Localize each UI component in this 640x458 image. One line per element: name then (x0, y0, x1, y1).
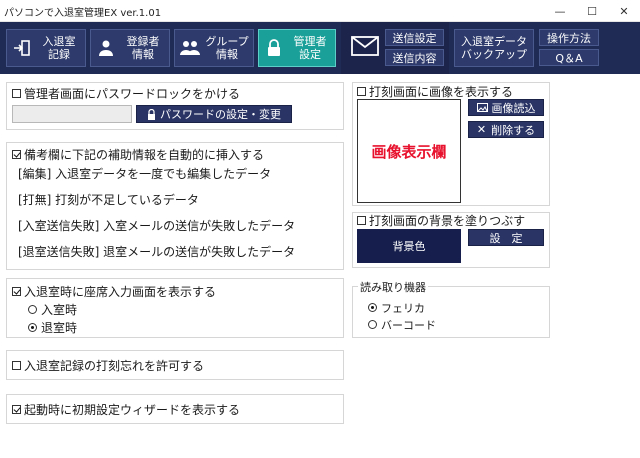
main-toolbar: 入退室 記録 登録者 情報 グループ 情報 管理者 設定 送信設定 送信内容 入… (0, 22, 640, 74)
stamp-background-label: 打刻画面の背景を塗りつぶす (369, 214, 526, 228)
wizard-checkbox[interactable]: 起動時に初期設定ウィザードを表示する (12, 401, 240, 418)
user-icon (95, 37, 117, 59)
envelope-icon (351, 35, 379, 57)
stamp-background-checkbox[interactable]: 打刻画面の背景を塗りつぶす (357, 212, 525, 229)
load-image-button[interactable]: 画像読込 (468, 99, 544, 116)
entry-record-label: 入退室 記録 (42, 35, 76, 61)
door-enter-icon (11, 37, 33, 59)
send-settings-button[interactable]: 送信設定 (385, 29, 444, 46)
reader-option-felica[interactable]: フェリカ (368, 300, 425, 316)
stamp-image-checkbox[interactable]: 打刻画面に画像を表示する (357, 83, 513, 100)
seat-option-exit[interactable]: 退室時 (28, 319, 77, 336)
password-input[interactable] (12, 105, 132, 123)
send-content-button[interactable]: 送信内容 (385, 49, 444, 66)
image-icon (476, 103, 488, 112)
background-setting-button[interactable]: 設 定 (468, 229, 544, 246)
close-icon: ✕ (476, 123, 487, 136)
entry-record-button[interactable]: 入退室 記録 (6, 29, 86, 67)
stamp-image-label: 打刻画面に画像を表示する (369, 85, 514, 99)
remarks-line-exit-fail: [退室送信失敗] 退室メールの送信が失敗したデータ (18, 245, 296, 259)
checkbox-box (12, 287, 21, 296)
group-icon (179, 37, 201, 59)
admin-settings-button[interactable]: 管理者 設定 (258, 29, 336, 67)
seat-input-label: 入退室時に座席入力画面を表示する (24, 285, 217, 299)
checkbox-box (12, 361, 21, 370)
remarks-line-entry-fail: [入室送信失敗] 入室メールの送信が失敗したデータ (18, 219, 296, 233)
reader-option-barcode[interactable]: バーコード (368, 317, 436, 333)
background-color-swatch: 背景色 (357, 229, 461, 263)
remarks-label: 備考欄に下記の補助情報を自動的に挿入する (24, 148, 265, 162)
lock-icon (147, 108, 156, 120)
password-lock-checkbox[interactable]: 管理者画面にパスワードロックをかける (12, 85, 240, 102)
remarks-line-missing: [打無] 打刻が不足しているデータ (18, 193, 199, 207)
registrant-info-button[interactable]: 登録者 情報 (90, 29, 170, 67)
backup-button[interactable]: 入退室データ バックアップ (454, 29, 534, 67)
maximize-icon: ☐ (587, 4, 597, 18)
checkbox-box (12, 150, 21, 159)
remarks-checkbox[interactable]: 備考欄に下記の補助情報を自動的に挿入する (12, 146, 264, 163)
seat-option-exit-label: 退室時 (41, 321, 78, 335)
seat-option-entry[interactable]: 入室時 (28, 301, 77, 318)
group-info-label: グループ 情報 (205, 35, 249, 61)
allow-forget-label: 入退室記録の打刻忘れを許可する (24, 359, 205, 373)
seat-option-entry-label: 入室時 (41, 303, 78, 317)
password-change-label: パスワードの設定・変更 (160, 108, 281, 121)
reader-option-felica-label: フェリカ (381, 302, 425, 315)
allow-forget-checkbox[interactable]: 入退室記録の打刻忘れを許可する (12, 357, 204, 374)
delete-image-label: 削除する (491, 123, 536, 137)
qa-button[interactable]: Q＆A (539, 49, 599, 66)
radio-circle (368, 320, 377, 329)
radio-circle (368, 303, 377, 312)
admin-settings-label: 管理者 設定 (293, 35, 327, 61)
reader-option-barcode-label: バーコード (381, 319, 436, 332)
wizard-label: 起動時に初期設定ウィザードを表示する (24, 403, 241, 417)
remarks-line-edit: [編集] 入退室データを一度でも編集したデータ (18, 167, 272, 181)
radio-circle (28, 305, 37, 314)
image-display-placeholder: 画像表示欄 (371, 142, 447, 161)
close-button[interactable]: ✕ (608, 0, 640, 22)
checkbox-box (12, 89, 21, 98)
radio-circle (28, 323, 37, 332)
background-color-label: 背景色 (392, 240, 426, 253)
registrant-info-label: 登録者 情報 (126, 35, 160, 61)
password-lock-label: 管理者画面にパスワードロックをかける (24, 87, 241, 101)
password-change-button[interactable]: パスワードの設定・変更 (136, 105, 292, 123)
maximize-button[interactable]: ☐ (576, 0, 608, 22)
backup-label: 入退室データ バックアップ (461, 35, 527, 61)
checkbox-box (357, 87, 366, 96)
reader-legend: 読み取り機器 (358, 279, 428, 295)
load-image-label: 画像読込 (491, 101, 536, 115)
lock-icon (263, 37, 285, 59)
group-info-button[interactable]: グループ 情報 (174, 29, 254, 67)
checkbox-box (357, 216, 366, 225)
title-bar: パソコンで入退室管理EX ver.1.01 — ☐ ✕ (0, 0, 640, 22)
window-title: パソコンで入退室管理EX ver.1.01 (4, 8, 162, 19)
manual-button[interactable]: 操作方法 (539, 29, 599, 46)
seat-input-checkbox[interactable]: 入退室時に座席入力画面を表示する (12, 283, 216, 300)
close-icon: ✕ (619, 4, 629, 18)
image-display-area: 画像表示欄 (357, 99, 461, 203)
minimize-icon: — (554, 4, 566, 18)
minimize-button[interactable]: — (544, 0, 576, 22)
checkbox-box (12, 405, 21, 414)
delete-image-button[interactable]: ✕ 削除する (468, 121, 544, 138)
